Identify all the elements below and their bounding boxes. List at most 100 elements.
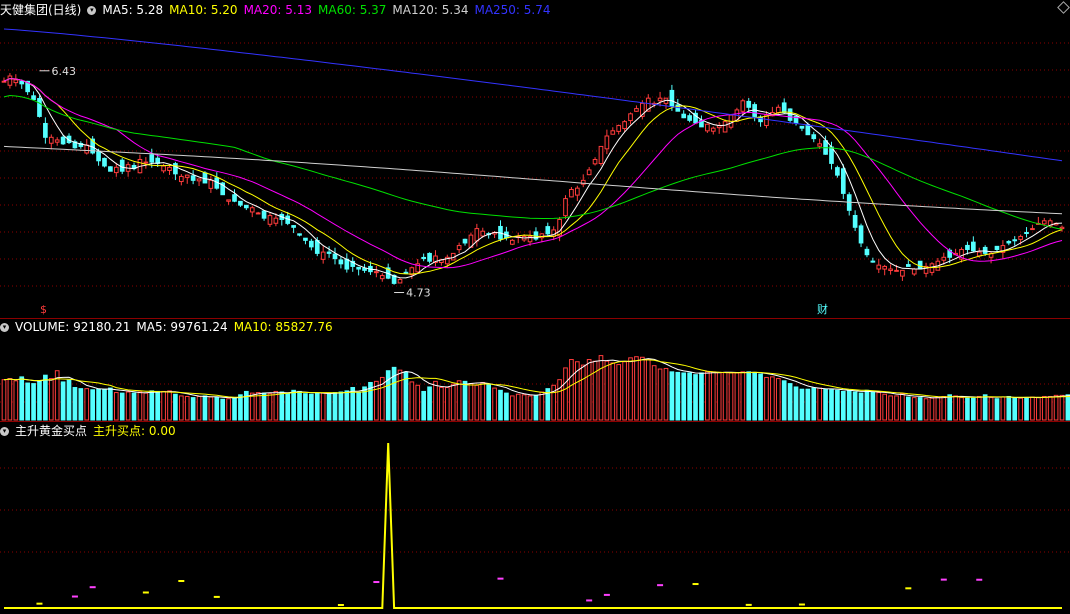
volume-bar xyxy=(994,398,1000,421)
volume-bar xyxy=(876,392,882,421)
candle-body xyxy=(149,154,155,163)
candle-body xyxy=(852,215,858,228)
volume-bar xyxy=(474,384,480,421)
candle-body xyxy=(817,143,822,147)
candle-body xyxy=(226,199,231,202)
volume-bar xyxy=(1030,396,1035,421)
volume-bar xyxy=(1,379,7,421)
volume-bar xyxy=(1047,395,1053,421)
indicator-tick xyxy=(798,603,805,606)
volume-bar xyxy=(793,386,799,421)
indicator-tick xyxy=(905,587,912,590)
candle-body xyxy=(309,240,314,248)
volume-bar xyxy=(604,360,610,421)
candle-body xyxy=(249,207,255,213)
candle-body xyxy=(356,266,361,270)
candle-body xyxy=(657,97,663,102)
volume-bar xyxy=(137,391,143,421)
candle-body xyxy=(722,121,728,133)
indicator-tick xyxy=(692,583,699,586)
indicator-tick xyxy=(213,595,220,598)
volume-bar xyxy=(947,394,953,421)
volume-bar xyxy=(764,376,769,421)
stock-chart[interactable]: 6.43 4.73 $ 财 xyxy=(0,0,1070,614)
volume-bar xyxy=(344,390,350,421)
volume-bar xyxy=(728,372,734,421)
volume-bar xyxy=(291,389,296,421)
candle-body xyxy=(894,269,899,272)
candle-body xyxy=(681,113,687,119)
low-price-label: 4.73 xyxy=(406,287,431,300)
candle-body xyxy=(190,175,196,181)
volume-bar xyxy=(196,395,202,421)
candle-body xyxy=(888,268,893,272)
candle-body xyxy=(900,269,905,277)
volume-bar xyxy=(267,393,273,421)
candle-body xyxy=(604,135,610,150)
volume-bar xyxy=(161,390,166,421)
volume-bar xyxy=(645,359,651,421)
volume-bar xyxy=(864,389,870,421)
volume-bar xyxy=(693,374,698,421)
candle-body xyxy=(43,122,48,138)
volume-bar xyxy=(929,397,935,421)
candle-body xyxy=(178,175,184,183)
candle-body xyxy=(746,100,752,108)
volume-bar xyxy=(586,359,592,421)
candle-body xyxy=(196,178,202,182)
candle-body xyxy=(864,248,870,256)
volume-bar xyxy=(433,380,438,421)
volume-bar xyxy=(456,380,462,421)
volume-bar xyxy=(498,389,503,421)
volume-bar xyxy=(108,387,113,421)
volume-bar xyxy=(823,388,828,421)
high-price-label: 6.43 xyxy=(51,65,75,78)
volume-bar xyxy=(226,398,231,421)
volume-bar xyxy=(504,392,509,421)
candle-body xyxy=(1018,235,1023,240)
volume-bar xyxy=(468,383,474,421)
candle-body xyxy=(102,157,107,167)
volume-bar xyxy=(722,371,728,421)
candle-body xyxy=(1012,239,1018,242)
candle-body xyxy=(462,238,468,244)
volume-bar xyxy=(184,395,190,421)
indicator-tick xyxy=(586,599,593,602)
volume-bar xyxy=(190,397,196,421)
candle-body xyxy=(60,136,66,145)
volume-bar xyxy=(657,368,663,421)
candle-body xyxy=(267,215,273,225)
candle-body xyxy=(840,168,846,194)
volume-bar xyxy=(858,392,864,421)
volume-bar xyxy=(941,395,947,421)
indicator-tick xyxy=(940,578,947,581)
volume-bar xyxy=(846,389,852,421)
volume-bar xyxy=(78,388,84,421)
candle-body xyxy=(48,136,54,144)
volume-bar xyxy=(125,391,131,421)
candle-body xyxy=(905,264,911,267)
volume-bar xyxy=(799,388,805,421)
volume-bar xyxy=(149,390,155,421)
candle-body xyxy=(941,256,947,261)
ma10-line xyxy=(3,78,1063,275)
volume-bar xyxy=(852,391,858,421)
volume-bar xyxy=(37,380,42,421)
candle-body xyxy=(787,108,793,121)
volume-bar xyxy=(214,396,220,421)
volume-bar xyxy=(817,387,822,421)
candle-body xyxy=(971,241,976,252)
candle-body xyxy=(480,230,486,237)
candle-body xyxy=(622,121,627,130)
volume-bar xyxy=(397,369,403,421)
volume-bar xyxy=(113,392,119,421)
volume-bar xyxy=(622,361,627,421)
volume-bar xyxy=(521,394,527,421)
candle-body xyxy=(143,161,149,164)
candle-body xyxy=(421,256,426,260)
candle-body xyxy=(1041,220,1047,225)
candle-body xyxy=(167,166,172,171)
volume-bar xyxy=(202,395,208,421)
candle-body xyxy=(982,246,988,254)
candle-body xyxy=(669,89,675,107)
